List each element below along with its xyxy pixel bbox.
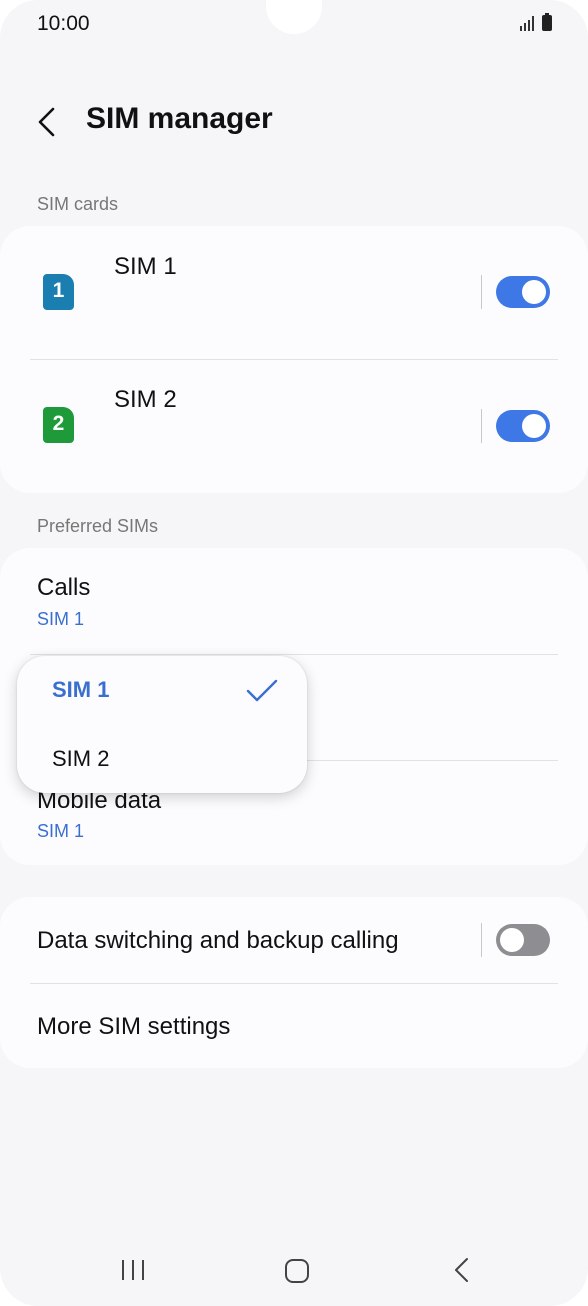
mobile-data-value: SIM 1 — [37, 821, 85, 841]
section-label-preferred-sims: Preferred SIMs — [37, 516, 159, 536]
popup-option-sim-2[interactable]: SIM 2 — [52, 746, 109, 772]
toggle-separator — [481, 275, 482, 309]
toggle-separator — [481, 923, 482, 957]
sim-select-popup: SIM 1 SIM 2 — [17, 656, 307, 793]
page-title: SIM manager — [86, 102, 273, 135]
sim-1-name: SIM 1 — [114, 253, 177, 280]
sim-cards-card: 1 SIM 1 2 SIM 2 — [0, 226, 588, 493]
divider — [30, 983, 558, 984]
other-settings-card: Data switching and backup calling More S… — [0, 897, 588, 1068]
more-sim-settings-item[interactable]: More SIM settings — [37, 1013, 230, 1041]
chevron-left-icon[interactable] — [30, 104, 66, 140]
calls-value: SIM 1 — [37, 609, 85, 629]
status-time: 10:00 — [37, 12, 90, 35]
back-icon[interactable] — [452, 1256, 472, 1284]
app-header: SIM manager — [0, 94, 588, 150]
data-switching-toggle[interactable] — [496, 924, 550, 956]
battery-icon — [542, 13, 552, 31]
divider — [30, 654, 558, 655]
section-label-sim-cards: SIM cards — [37, 194, 119, 214]
popup-option-sim-1-label: SIM 1 — [52, 677, 110, 702]
navigation-bar — [0, 1240, 588, 1300]
sim-2-icon: 2 — [43, 407, 74, 443]
toggle-separator — [481, 409, 482, 443]
camera-notch — [266, 0, 322, 34]
sim-2-toggle[interactable] — [496, 410, 550, 442]
check-icon — [246, 679, 278, 702]
calls-title: Calls — [37, 574, 91, 601]
data-switching-label: Data switching and backup calling — [37, 927, 399, 954]
home-icon[interactable] — [284, 1258, 310, 1284]
divider — [30, 359, 558, 360]
sim-1-icon: 1 — [43, 274, 74, 310]
recents-icon[interactable] — [120, 1259, 146, 1281]
phone-screen: 10:00 SIM manager SIM cards 1 SIM 1 2 SI… — [0, 0, 588, 1306]
signal-icon — [520, 15, 534, 31]
sim-2-name: SIM 2 — [114, 386, 177, 413]
status-icons — [520, 13, 552, 31]
sim-1-toggle[interactable] — [496, 276, 550, 308]
